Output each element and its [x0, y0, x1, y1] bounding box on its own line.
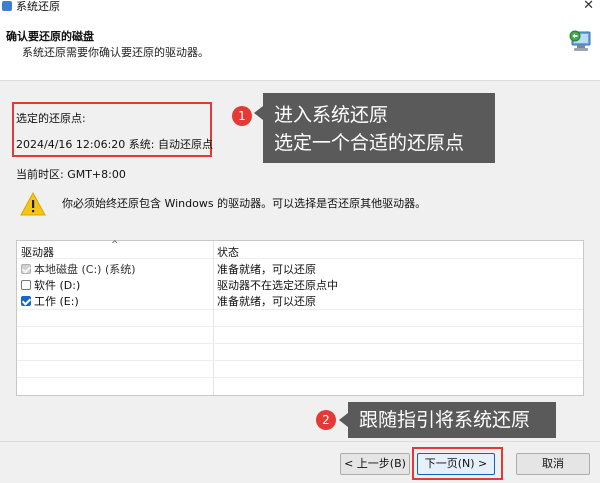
drive-e-name[interactable]: 工作 (E:): [34, 293, 79, 309]
step-2-badge: 2: [316, 410, 336, 430]
row-divider: [17, 326, 583, 327]
row-divider: [17, 309, 583, 310]
restore-point-value: 2024/4/16 12:06:20 系统: 自动还原点: [16, 138, 214, 151]
drive-table: 驱动器 ^ 状态 本地磁盘 (C:) (系统) 准备就绪，可以还原 软件 (D:…: [16, 240, 584, 396]
callout-pointer: [254, 106, 263, 120]
sort-ascending-icon: ^: [111, 240, 119, 250]
row-divider: [17, 377, 583, 378]
drive-d-name[interactable]: 软件 (D:): [34, 277, 80, 293]
title-bar: 系统还原 ✕: [0, 0, 600, 14]
window-title: 系统还原: [16, 0, 60, 13]
system-restore-wizard-icon: [569, 30, 591, 51]
timezone-text: 当前时区: GMT+8:00: [16, 168, 126, 181]
step-2-callout: 跟随指引将系统还原: [339, 402, 556, 438]
page-title: 确认要还原的磁盘: [6, 30, 94, 43]
next-button-highlight: [412, 447, 503, 480]
wizard-header: 确认要还原的磁盘 系统还原需要你确认要还原的驱动器。: [0, 14, 600, 81]
footer-divider: [0, 441, 600, 442]
back-button[interactable]: < 上一步(B): [340, 453, 410, 475]
column-divider: [213, 241, 214, 395]
page-subtitle: 系统还原需要你确认要还原的驱动器。: [22, 46, 209, 59]
drive-c-name: 本地磁盘 (C:) (系统): [34, 263, 136, 276]
drive-d-status: 驱动器不在选定还原点中: [217, 279, 338, 292]
system-restore-app-icon: [2, 1, 12, 11]
row-divider: [17, 360, 583, 361]
drive-c-checkbox: [21, 264, 31, 274]
step-1-callout: 进入系统还原 选定一个合适的还原点: [254, 93, 495, 163]
step-1-line-1: 进入系统还原: [274, 104, 389, 126]
warning-text: 你必须始终还原包含 Windows 的驱动器。可以选择是否还原其他驱动器。: [62, 197, 427, 210]
drive-e-status: 准备就绪，可以还原: [217, 295, 316, 308]
callout-pointer: [339, 413, 348, 427]
drive-e-checkbox[interactable]: [21, 296, 31, 306]
row-divider: [17, 343, 583, 344]
drive-d-checkbox[interactable]: [21, 280, 31, 290]
drive-c-status: 准备就绪，可以还原: [217, 263, 316, 276]
step-1-line-2: 选定一个合适的还原点: [274, 132, 465, 154]
header-divider: [17, 258, 583, 259]
step-2-line-1: 跟随指引将系统还原: [359, 409, 531, 431]
close-button[interactable]: ✕: [583, 0, 594, 13]
warning-icon: [20, 192, 46, 216]
step-1-badge: 1: [232, 106, 252, 126]
restore-point-label: 选定的还原点:: [16, 112, 86, 125]
cancel-button[interactable]: 取消: [516, 453, 590, 475]
